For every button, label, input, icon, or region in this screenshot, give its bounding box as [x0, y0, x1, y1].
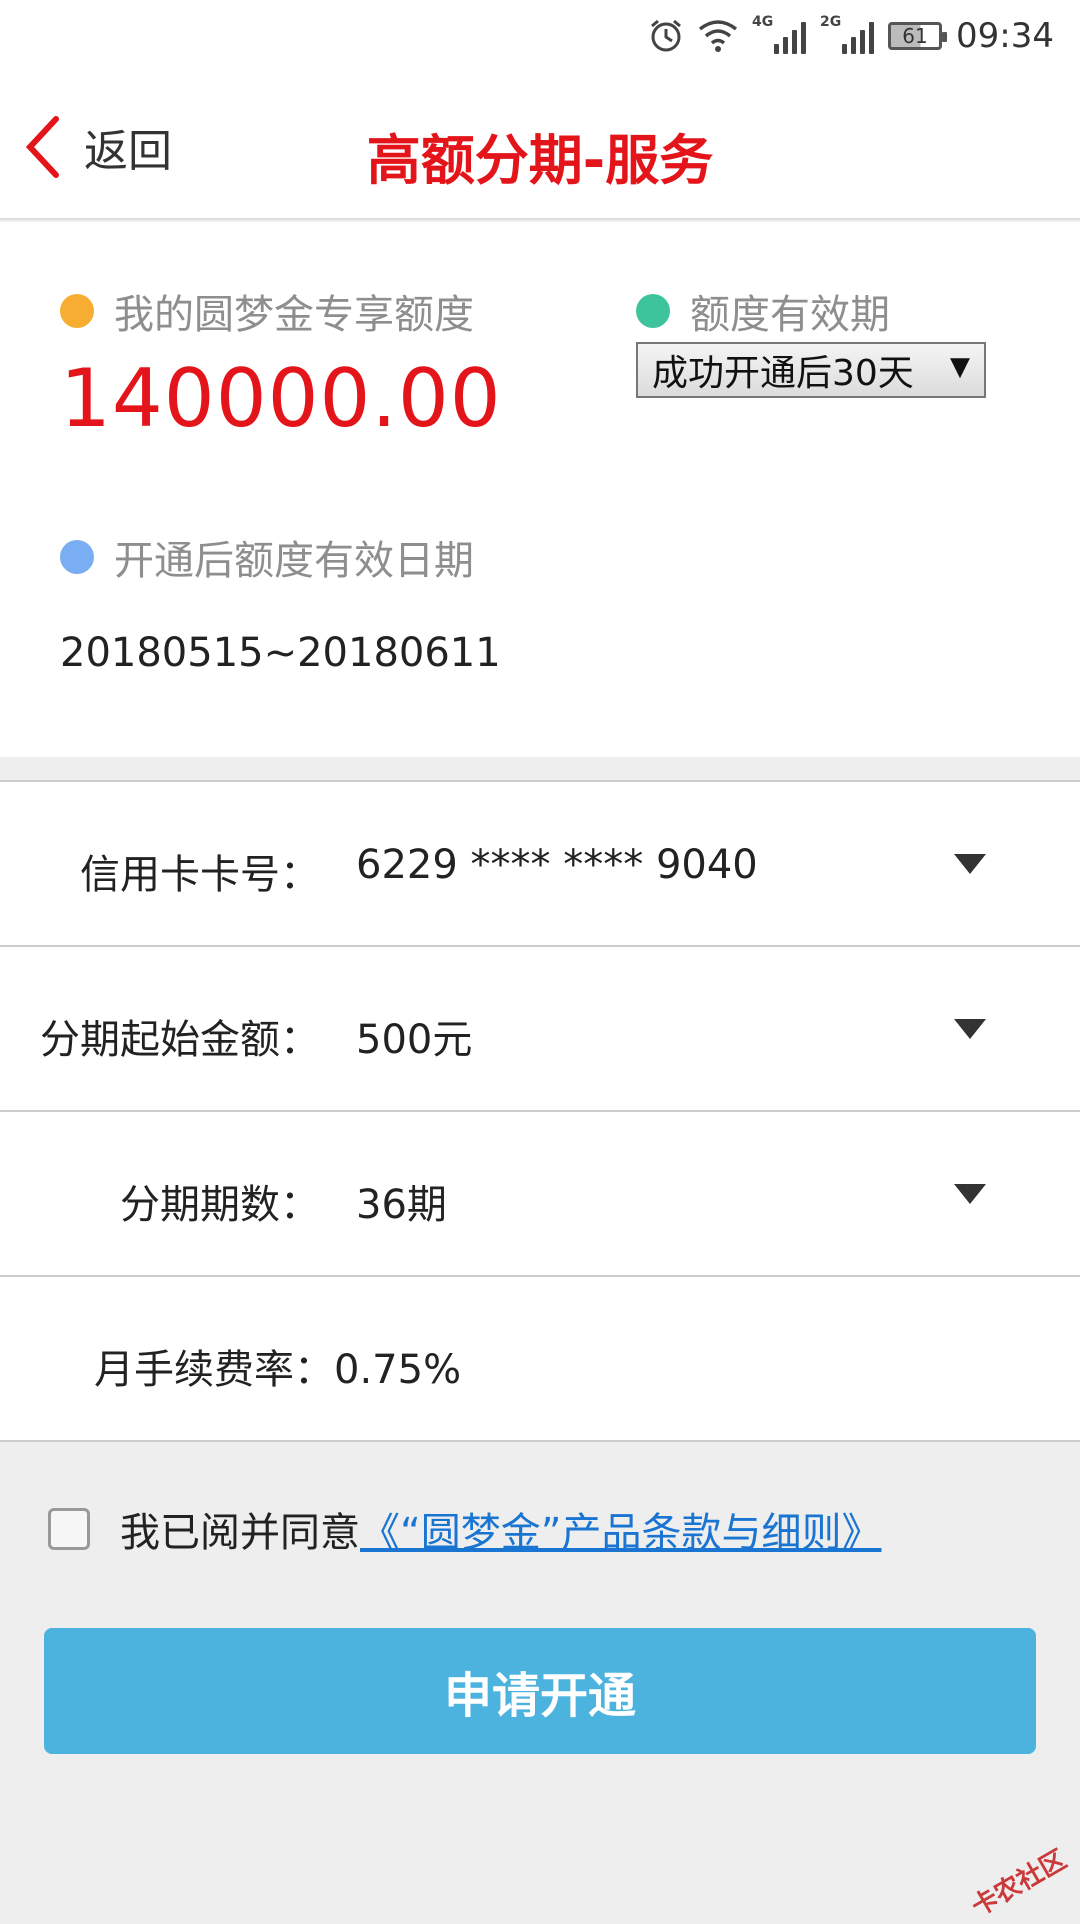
- clock: 09:34: [956, 16, 1054, 56]
- card-number-select[interactable]: 信用卡卡号： 6229 **** **** 9040: [0, 782, 1080, 947]
- battery-icon: 61: [888, 22, 942, 50]
- dropdown-arrow-icon: ▼: [950, 352, 970, 382]
- battery-level: 61: [902, 24, 927, 48]
- valid-date-label: 开通后额度有效日期: [60, 528, 474, 586]
- dropdown-arrow-icon: [954, 1184, 986, 1204]
- fee-rate-label: 月手续费率：: [94, 1347, 334, 1393]
- page-title: 高额分期-服务: [0, 116, 1080, 195]
- signal-icon: 4G: [752, 18, 806, 54]
- watermark: 卡农社区: [964, 1839, 1073, 1923]
- validity-label: 额度有效期: [636, 282, 890, 340]
- dropdown-arrow-icon: [954, 854, 986, 874]
- fee-rate-value: 0.75%: [334, 1347, 461, 1393]
- validity-select[interactable]: 成功开通后30天 ▼: [636, 342, 986, 398]
- card-number-label: 信用卡卡号：: [80, 842, 320, 900]
- start-amount-value: 500元: [356, 1007, 472, 1065]
- agreement: 我已阅并同意 《“圆梦金”产品条款与细则》: [48, 1500, 881, 1558]
- orange-dot-icon: [60, 294, 94, 328]
- periods-value: 36期: [356, 1172, 447, 1230]
- apply-button[interactable]: 申请开通: [44, 1628, 1036, 1754]
- validity-selected-value: 成功开通后30天: [652, 344, 914, 396]
- start-amount-select[interactable]: 分期起始金额： 500元: [0, 947, 1080, 1112]
- start-amount-label: 分期起始金额：: [40, 1007, 320, 1065]
- status-bar: 4G 2G 61 09:34: [0, 0, 1080, 72]
- terms-link[interactable]: 《“圆梦金”产品条款与细则》: [360, 1500, 881, 1558]
- alarm-icon: [648, 16, 684, 56]
- valid-date-range: 20180515~20180611: [60, 630, 501, 676]
- signal-icon: 2G: [820, 18, 874, 54]
- quota-section: 我的圆梦金专享额度 140000.00 额度有效期 成功开通后30天 ▼ 开通后…: [0, 222, 1080, 757]
- dropdown-arrow-icon: [954, 1019, 986, 1039]
- installment-form: 信用卡卡号： 6229 **** **** 9040 分期起始金额： 500元 …: [0, 780, 1080, 1442]
- network-type-label: 4G: [752, 14, 773, 30]
- agreement-text: 我已阅并同意: [120, 1500, 360, 1558]
- quota-amount-label-text: 我的圆梦金专享额度: [114, 282, 474, 340]
- agreement-checkbox[interactable]: [48, 1508, 90, 1550]
- periods-select[interactable]: 分期期数： 36期: [0, 1112, 1080, 1277]
- fee-rate-text: 月手续费率：0.75%: [94, 1337, 461, 1395]
- network-type-label: 2G: [820, 14, 841, 30]
- quota-amount-label: 我的圆梦金专享额度: [60, 282, 474, 340]
- blue-dot-icon: [60, 540, 94, 574]
- validity-label-text: 额度有效期: [690, 282, 890, 340]
- fee-rate-row: 月手续费率：0.75%: [0, 1277, 1080, 1442]
- quota-amount: 140000.00: [60, 352, 502, 445]
- periods-label: 分期期数：: [120, 1172, 320, 1230]
- header: 返回 高额分期-服务: [0, 72, 1080, 220]
- card-number-value: 6229 **** **** 9040: [356, 842, 758, 888]
- wifi-icon: [698, 16, 738, 56]
- green-dot-icon: [636, 294, 670, 328]
- valid-date-label-text: 开通后额度有效日期: [114, 528, 474, 586]
